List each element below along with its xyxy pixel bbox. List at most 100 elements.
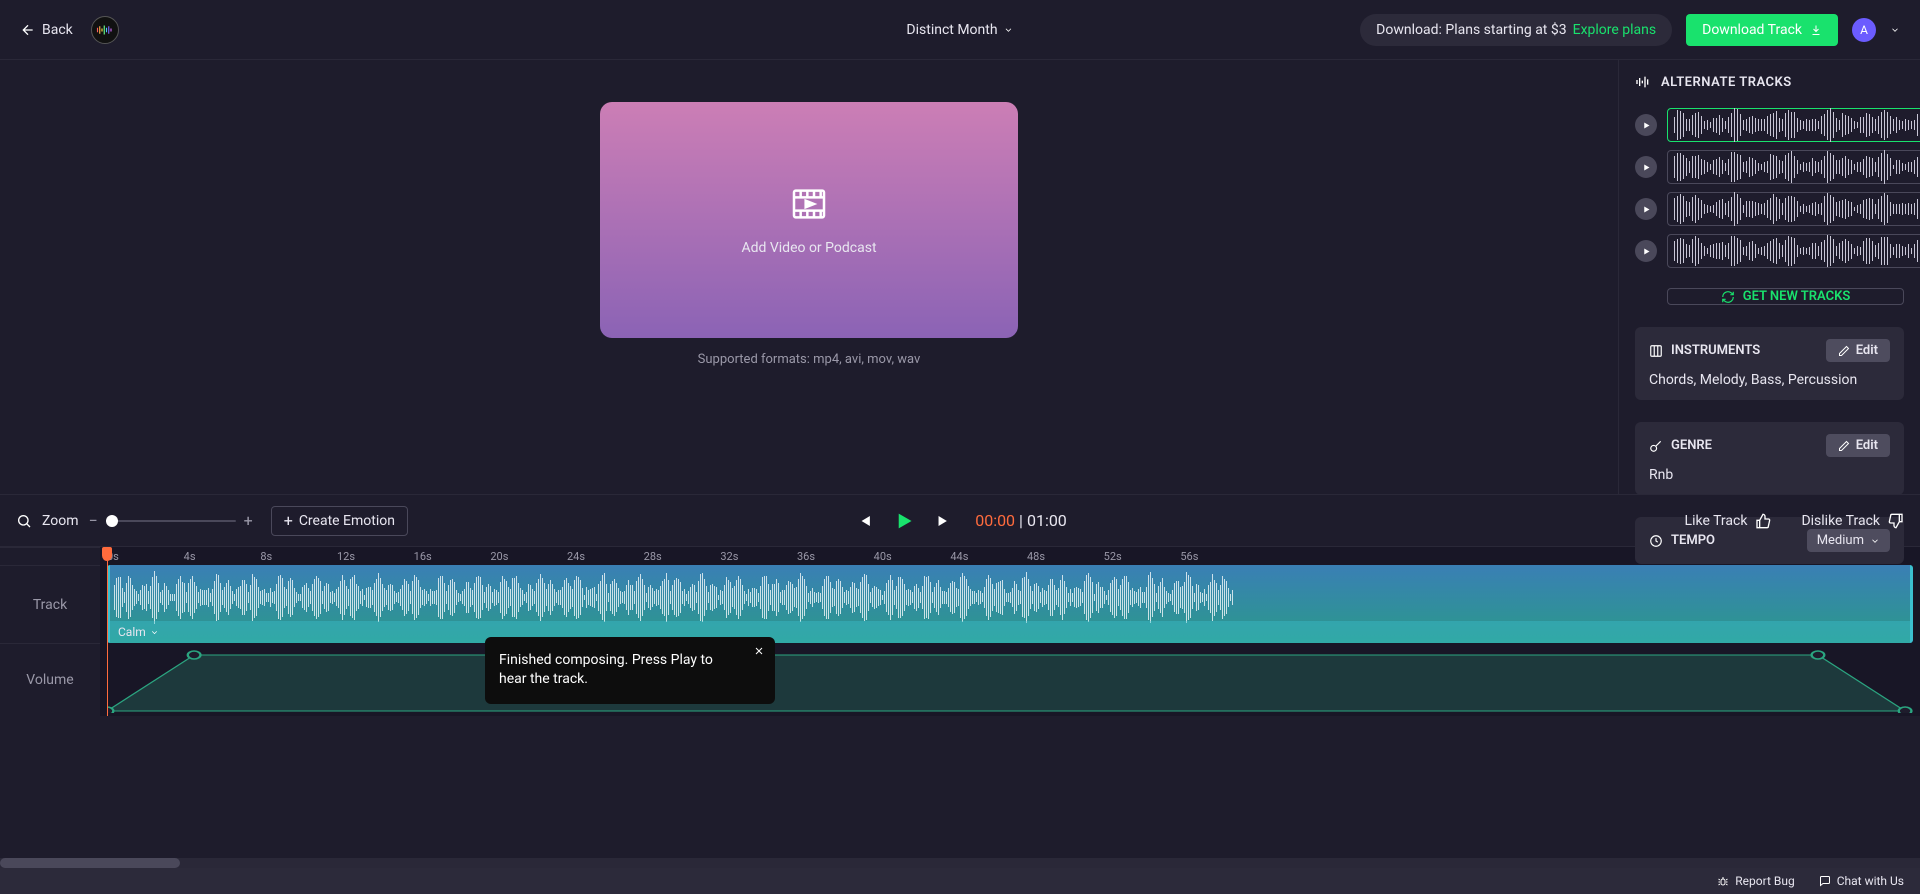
genre-card: GENRE Edit Rnb xyxy=(1635,422,1904,495)
instruments-edit-label: Edit xyxy=(1856,343,1878,358)
back-label: Back xyxy=(42,22,73,38)
chevron-down-icon xyxy=(1004,25,1014,35)
frame-forward-button[interactable] xyxy=(935,511,955,531)
side-panel: ALTERNATE TRACKS GET NEW TRACKS INSTRUME… xyxy=(1618,60,1920,494)
ruler-tick: 48s xyxy=(1027,550,1045,563)
volume-lane[interactable] xyxy=(100,643,1920,713)
create-emotion-label: Create Emotion xyxy=(299,513,395,529)
horizontal-scrollbar[interactable] xyxy=(0,858,1920,868)
genre-value: Rnb xyxy=(1649,467,1890,483)
total-time: 01:00 xyxy=(1027,511,1067,530)
chat-label: Chat with Us xyxy=(1837,874,1904,888)
chat-icon xyxy=(1819,875,1831,887)
toast-close-button[interactable] xyxy=(753,645,765,657)
guitar-icon xyxy=(1649,439,1663,453)
dislike-track-button[interactable]: Dislike Track xyxy=(1801,513,1904,529)
track-lane: Calm xyxy=(100,565,1920,643)
user-avatar[interactable]: A xyxy=(1852,18,1876,42)
download-track-button[interactable]: Download Track xyxy=(1686,14,1838,46)
download-pricing-pill: Download: Plans starting at $3 Explore p… xyxy=(1360,14,1672,46)
upload-label: Add Video or Podcast xyxy=(741,240,876,256)
genre-edit-label: Edit xyxy=(1856,438,1878,453)
thumbs-up-icon xyxy=(1755,513,1771,529)
instruments-card: INSTRUMENTS Edit Chords, Melody, Bass, P… xyxy=(1635,327,1904,400)
like-label: Like Track xyxy=(1685,513,1748,529)
notification-toast: Finished composing. Press Play to hear t… xyxy=(485,637,775,704)
toast-message: Finished composing. Press Play to hear t… xyxy=(499,652,713,688)
get-new-tracks-label: GET NEW TRACKS xyxy=(1743,289,1851,304)
ruler-tick: 20s xyxy=(490,550,508,563)
ruler-tick: 12s xyxy=(337,550,355,563)
thumbs-down-icon xyxy=(1888,513,1904,529)
alt-track-row xyxy=(1635,234,1904,268)
alt-track-row xyxy=(1635,108,1904,142)
explore-plans-link[interactable]: Explore plans xyxy=(1573,22,1657,38)
project-title-dropdown[interactable]: Distinct Month xyxy=(906,22,1013,38)
current-time: 00:00 xyxy=(975,511,1015,530)
close-icon xyxy=(753,645,765,657)
back-button[interactable]: Back xyxy=(20,22,73,38)
alt-track-play-button[interactable] xyxy=(1635,114,1657,136)
search-icon xyxy=(16,513,32,529)
zoom-out[interactable]: − xyxy=(89,511,98,530)
alt-track-waveform[interactable] xyxy=(1667,150,1920,184)
bug-icon xyxy=(1717,875,1729,887)
volume-lane-label: Volume xyxy=(0,643,100,716)
alt-track-waveform[interactable] xyxy=(1667,108,1920,142)
ruler-label-blank xyxy=(0,547,100,565)
playhead[interactable] xyxy=(107,547,108,716)
ruler-tick: 24s xyxy=(567,550,585,563)
download-icon xyxy=(1810,24,1822,36)
chat-button[interactable]: Chat with Us xyxy=(1819,874,1904,888)
clip-emotion-dropdown[interactable]: Calm xyxy=(110,621,1910,643)
ruler-tick: 28s xyxy=(644,550,662,563)
play-button[interactable] xyxy=(893,510,915,532)
plus-icon: + xyxy=(284,513,293,529)
upload-dropzone[interactable]: Add Video or Podcast xyxy=(600,102,1018,338)
supported-formats: Supported formats: mp4, avi, mov, wav xyxy=(698,352,921,367)
project-title: Distinct Month xyxy=(906,22,997,38)
waveform-icon xyxy=(1635,74,1651,90)
frame-back-button[interactable] xyxy=(853,511,873,531)
genre-title: GENRE xyxy=(1671,438,1712,453)
instruments-edit-button[interactable]: Edit xyxy=(1826,339,1890,362)
zoom-in[interactable]: + xyxy=(244,511,253,530)
ruler-tick: 36s xyxy=(797,550,815,563)
alt-track-row xyxy=(1635,192,1904,226)
zoom-slider-thumb[interactable] xyxy=(106,515,118,527)
genre-edit-button[interactable]: Edit xyxy=(1826,434,1890,457)
avatar-letter: A xyxy=(1860,23,1868,37)
time-display: 00:00 | 01:00 xyxy=(975,511,1067,530)
alt-track-play-button[interactable] xyxy=(1635,240,1657,262)
ruler-tick: 32s xyxy=(720,550,738,563)
report-bug-button[interactable]: Report Bug xyxy=(1717,874,1794,888)
zoom-slider-track[interactable] xyxy=(106,520,236,522)
app-logo[interactable] xyxy=(91,16,119,44)
pencil-icon xyxy=(1838,440,1850,452)
refresh-icon xyxy=(1721,290,1735,304)
chevron-down-icon xyxy=(150,628,159,637)
alt-track-waveform[interactable] xyxy=(1667,234,1920,268)
ruler-tick: 52s xyxy=(1104,550,1122,563)
create-emotion-button[interactable]: + Create Emotion xyxy=(271,506,408,536)
like-track-button[interactable]: Like Track xyxy=(1685,513,1772,529)
track-clip[interactable]: Calm xyxy=(107,565,1913,643)
alt-track-play-button[interactable] xyxy=(1635,156,1657,178)
user-menu-toggle[interactable] xyxy=(1890,25,1900,35)
film-icon xyxy=(789,184,829,224)
report-bug-label: Report Bug xyxy=(1735,874,1794,888)
zoom-label: Zoom xyxy=(42,513,79,529)
alt-track-waveform[interactable] xyxy=(1667,192,1920,226)
alt-track-row xyxy=(1635,150,1904,184)
time-ruler[interactable]: 0s4s8s12s16s20s24s28s32s36s40s44s48s52s5… xyxy=(100,547,1920,565)
track-lane-label: Track xyxy=(0,565,100,643)
instruments-value: Chords, Melody, Bass, Percussion xyxy=(1649,372,1890,388)
scrollbar-thumb[interactable] xyxy=(0,858,180,868)
pencil-icon xyxy=(1838,345,1850,357)
ruler-tick: 44s xyxy=(950,550,968,563)
dislike-label: Dislike Track xyxy=(1801,513,1880,529)
get-new-tracks-button[interactable]: GET NEW TRACKS xyxy=(1667,288,1904,305)
alt-track-play-button[interactable] xyxy=(1635,198,1657,220)
piano-icon xyxy=(1649,344,1663,358)
ruler-tick: 40s xyxy=(874,550,892,563)
